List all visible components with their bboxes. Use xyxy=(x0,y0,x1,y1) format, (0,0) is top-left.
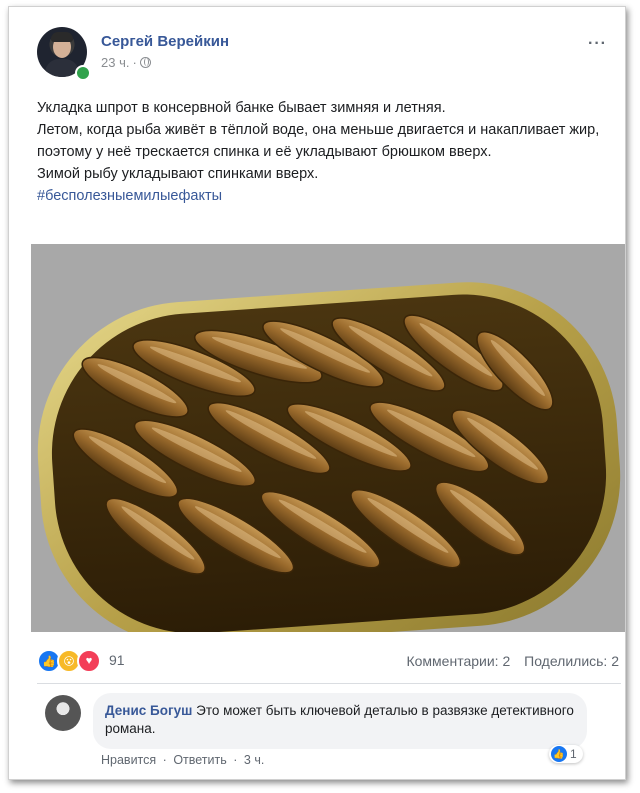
post-time[interactable]: 23 ч. xyxy=(101,55,129,70)
shares-count[interactable]: Поделились: 2 xyxy=(524,653,619,669)
post-paragraph: Укладка шпрот в консервной банке бывает … xyxy=(37,100,446,116)
reaction-count[interactable]: 91 xyxy=(109,652,125,668)
like-icon: 👍 xyxy=(551,746,567,762)
comment-actions: Нравится · Ответить · 3 ч. xyxy=(101,753,264,767)
author-name[interactable]: Сергей Верейкин xyxy=(101,33,229,50)
post-card: Сергей Верейкин 23 ч. · ··· Укладка шпро… xyxy=(8,6,626,780)
comment-time[interactable]: 3 ч. xyxy=(244,753,264,767)
commenter-avatar[interactable] xyxy=(45,695,81,731)
divider xyxy=(37,683,621,684)
comment-reply-button[interactable]: Ответить xyxy=(173,753,226,767)
post-header: Сергей Верейкин 23 ч. · ··· xyxy=(37,27,621,87)
reactions-row: 👍 😮 ♥ 91 Комментарии: 2 Поделились: 2 xyxy=(37,649,621,673)
comment-like-count: 1 xyxy=(570,747,577,761)
post-paragraph: Летом, когда рыба живёт в тёплой воде, о… xyxy=(37,122,600,160)
action-separator: · xyxy=(233,753,238,767)
reaction-icons[interactable]: 👍 😮 ♥ xyxy=(37,649,101,673)
online-status-icon xyxy=(75,65,91,81)
engagement-counts: Комментарии: 2 Поделились: 2 xyxy=(406,653,619,669)
comment-like-badge[interactable]: 👍 1 xyxy=(549,745,583,763)
commenter-name[interactable]: Денис Богуш xyxy=(105,703,192,718)
more-options-icon[interactable]: ··· xyxy=(588,35,607,53)
post-meta: 23 ч. · xyxy=(101,55,151,70)
post-text: Укладка шпрот в консервной банке бывает … xyxy=(37,97,617,207)
globe-icon xyxy=(139,57,151,68)
hashtag-link[interactable]: #бесполезныемилыефакты xyxy=(37,188,222,204)
meta-separator: · xyxy=(132,55,137,70)
comment-bubble: Денис Богуш Это может быть ключевой дета… xyxy=(93,693,587,749)
sprats-can-illustration xyxy=(31,244,625,632)
comments-count[interactable]: Комментарии: 2 xyxy=(406,653,510,669)
post-photo[interactable] xyxy=(31,244,625,632)
love-reaction-icon: ♥ xyxy=(77,649,101,673)
action-separator: · xyxy=(162,753,167,767)
comment-like-button[interactable]: Нравится xyxy=(101,753,156,767)
comment: Денис Богуш Это может быть ключевой дета… xyxy=(37,693,621,773)
post-paragraph: Зимой рыбу укладывают спинками вверх. xyxy=(37,166,319,182)
